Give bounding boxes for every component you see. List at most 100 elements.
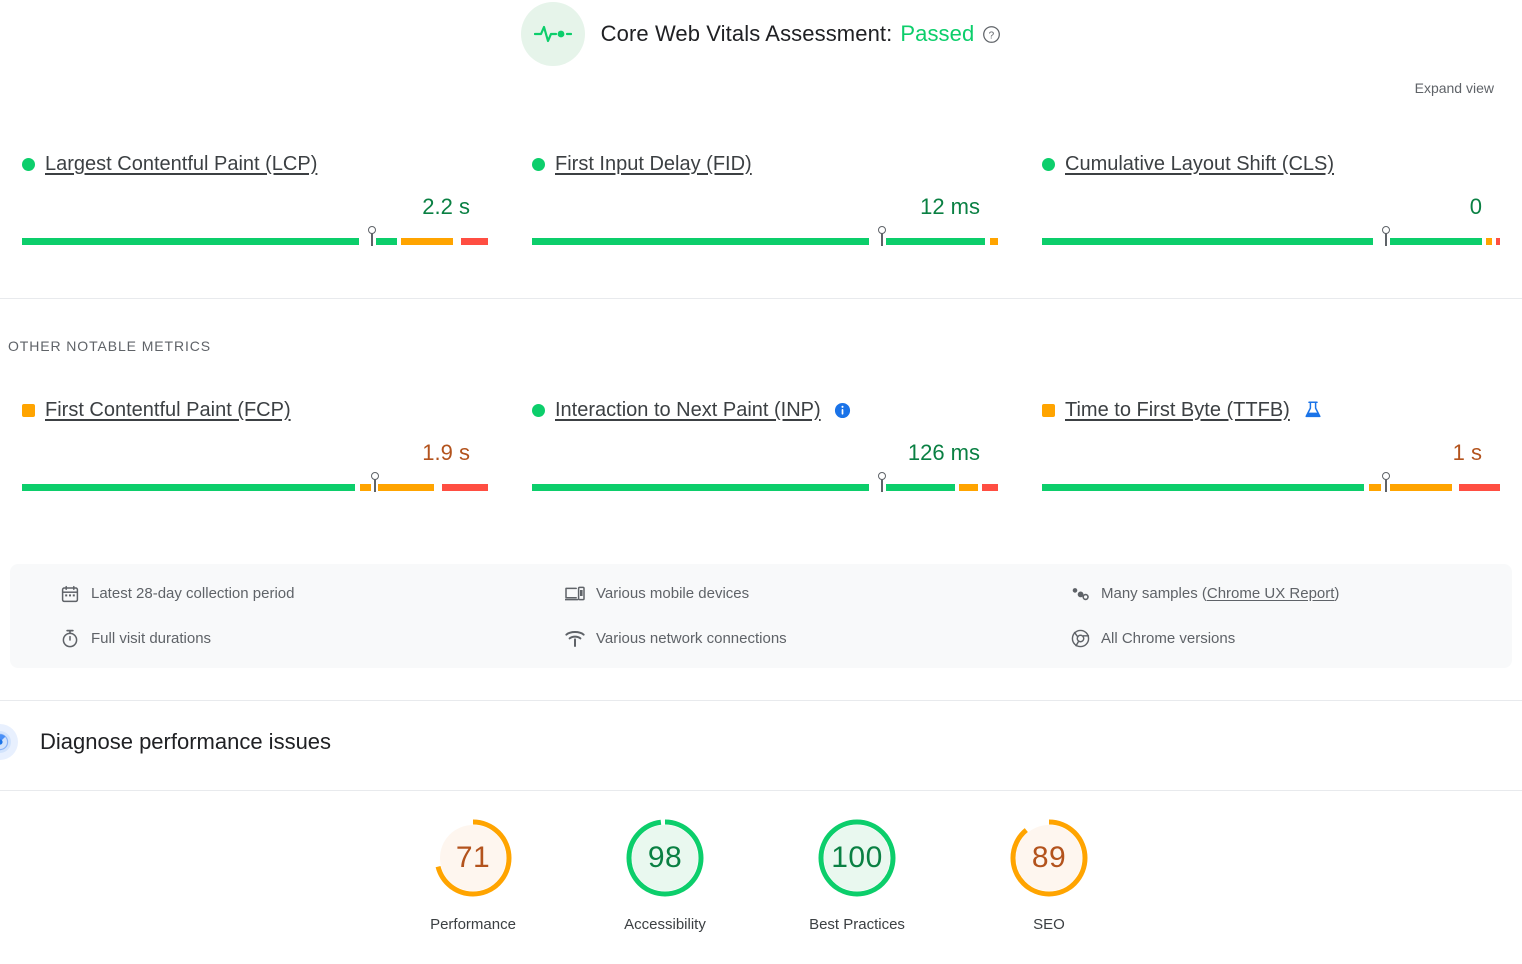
bar-segment-good xyxy=(22,238,359,245)
heartbeat-pulse-icon xyxy=(521,2,585,66)
samples-text-before: Many samples ( xyxy=(1101,585,1207,602)
lighthouse-category-scores: 71 Performance 98 Accessibility 100 xyxy=(0,816,1522,933)
metric-fid-value: 12 ms xyxy=(532,194,998,220)
metric-fid-bar xyxy=(532,227,998,247)
other-metrics-heading: OTHER NOTABLE METRICS xyxy=(8,338,211,354)
info-circle-icon[interactable] xyxy=(834,402,851,419)
bar-segment-poor xyxy=(982,484,998,491)
metric-cls-bar xyxy=(1042,227,1500,247)
bar-segment-good xyxy=(532,238,869,245)
bar-segment-good xyxy=(1042,238,1373,245)
info-item-label: Various mobile devices xyxy=(596,585,749,602)
gauge-score-seo: 89 xyxy=(1007,816,1091,900)
page-title: Core Web Vitals Assessment: Passed ? xyxy=(601,21,1002,47)
bar-segment-good xyxy=(886,238,985,245)
metric-lcp-header: Largest Contentful Paint (LCP) xyxy=(22,150,488,178)
flask-experiment-icon[interactable] xyxy=(1304,400,1322,420)
status-dot-icon xyxy=(1042,158,1055,171)
metric-fcp: First Contentful Paint (FCP) 1.9 s xyxy=(0,396,510,493)
bar-segment-average xyxy=(990,238,998,245)
metric-cls-value: 0 xyxy=(1042,194,1500,220)
bar-segment-average xyxy=(959,484,978,491)
diagnose-bottom-divider xyxy=(0,790,1522,791)
gauge-ring-accessibility: 98 xyxy=(623,816,707,900)
metric-ttfb: Time to First Byte (TTFB) 1 s xyxy=(1020,396,1522,493)
bar-segment-average xyxy=(1369,484,1380,491)
gauge-ring-performance: 71 xyxy=(431,816,515,900)
samples-text-after: ) xyxy=(1334,585,1339,602)
gauge-label-seo: SEO xyxy=(1033,916,1065,933)
bar-segment-poor xyxy=(442,484,488,491)
bar-segment-good xyxy=(376,238,397,245)
info-item-network: Various network connections xyxy=(565,616,1070,661)
other-notable-metrics: First Contentful Paint (FCP) 1.9 s Inter… xyxy=(0,396,1522,493)
assessment-status: Passed xyxy=(900,21,974,47)
status-dot-icon xyxy=(22,158,35,171)
bar-segment-poor xyxy=(461,238,488,245)
metric-fcp-label[interactable]: First Contentful Paint (FCP) xyxy=(45,399,291,422)
metric-inp: Interaction to Next Paint (INP) 126 ms xyxy=(510,396,1020,493)
metric-fid: First Input Delay (FID) 12 ms xyxy=(510,150,1020,247)
section-divider xyxy=(0,298,1522,299)
metric-fcp-value: 1.9 s xyxy=(22,440,488,466)
chrome-ux-report-link[interactable]: Chrome UX Report xyxy=(1207,585,1335,602)
expand-view-button[interactable]: Expand view xyxy=(1415,80,1494,96)
bar-segment-good xyxy=(886,484,955,491)
metric-ttfb-bar xyxy=(1042,473,1500,493)
bar-segment-average xyxy=(401,238,453,245)
metric-fid-label[interactable]: First Input Delay (FID) xyxy=(555,153,752,176)
gauge-accessibility[interactable]: 98 Accessibility xyxy=(569,816,761,933)
gauge-score-accessibility: 98 xyxy=(623,816,707,900)
metric-fcp-bar xyxy=(22,473,488,493)
status-square-icon xyxy=(1042,404,1055,417)
status-square-icon xyxy=(22,404,35,417)
metric-inp-value: 126 ms xyxy=(532,440,998,466)
gauge-score-best-practices: 100 xyxy=(815,816,899,900)
gauge-best-practices[interactable]: 100 Best Practices xyxy=(761,816,953,933)
bar-segment-average xyxy=(360,484,371,491)
bar-segment-good xyxy=(1390,238,1482,245)
assessment-label: Core Web Vitals Assessment: xyxy=(601,21,893,47)
samples-dots-icon xyxy=(1070,584,1090,604)
bar-segment-poor xyxy=(1459,484,1500,491)
metric-inp-label[interactable]: Interaction to Next Paint (INP) xyxy=(555,399,821,422)
metric-fid-header: First Input Delay (FID) xyxy=(532,150,998,178)
metric-fcp-header: First Contentful Paint (FCP) xyxy=(22,396,488,424)
metric-inp-bar xyxy=(532,473,998,493)
bar-segment-average xyxy=(1486,238,1492,245)
bar-segment-good xyxy=(22,484,355,491)
calendar-icon xyxy=(60,584,80,604)
gauge-label-best-practices: Best Practices xyxy=(809,916,905,933)
network-signal-icon xyxy=(565,629,585,649)
status-dot-icon xyxy=(532,158,545,171)
info-item-samples: Many samples (Chrome UX Report) xyxy=(1070,571,1522,616)
bar-segment-good xyxy=(532,484,869,491)
gauge-ring-best-practices: 100 xyxy=(815,816,899,900)
metric-cls-header: Cumulative Layout Shift (CLS) xyxy=(1042,150,1500,178)
info-item-label: Many samples (Chrome UX Report) xyxy=(1101,585,1339,602)
bar-segment-poor xyxy=(1496,238,1500,245)
gauge-performance[interactable]: 71 Performance xyxy=(377,816,569,933)
info-item-devices: Various mobile devices xyxy=(565,571,1070,616)
chrome-logo-icon xyxy=(1070,629,1090,649)
metric-lcp-value: 2.2 s xyxy=(22,194,488,220)
speedometer-icon xyxy=(0,724,18,760)
devices-icon xyxy=(565,584,585,604)
pagespeed-report: Core Web Vitals Assessment: Passed ? Exp… xyxy=(0,0,1522,964)
metric-lcp: Largest Contentful Paint (LCP) 2.2 s xyxy=(0,150,510,247)
metric-lcp-label[interactable]: Largest Contentful Paint (LCP) xyxy=(45,153,317,176)
status-dot-icon xyxy=(532,404,545,417)
bar-segment-good xyxy=(1042,484,1364,491)
diagnose-top-divider xyxy=(0,700,1522,701)
metric-cls-label[interactable]: Cumulative Layout Shift (CLS) xyxy=(1065,153,1334,176)
core-web-vitals-metrics: Largest Contentful Paint (LCP) 2.2 s Fir… xyxy=(0,150,1522,247)
help-circle-icon[interactable]: ? xyxy=(982,25,1001,44)
metric-lcp-bar xyxy=(22,227,488,247)
info-item-label: All Chrome versions xyxy=(1101,630,1235,647)
gauge-seo[interactable]: 89 SEO xyxy=(953,816,1145,933)
gauge-ring-seo: 89 xyxy=(1007,816,1091,900)
diagnose-title: Diagnose performance issues xyxy=(40,729,331,755)
metric-ttfb-label[interactable]: Time to First Byte (TTFB) xyxy=(1065,399,1290,422)
collection-info-panel: Latest 28-day collection period Various … xyxy=(10,564,1512,668)
info-item-label: Full visit durations xyxy=(91,630,211,647)
